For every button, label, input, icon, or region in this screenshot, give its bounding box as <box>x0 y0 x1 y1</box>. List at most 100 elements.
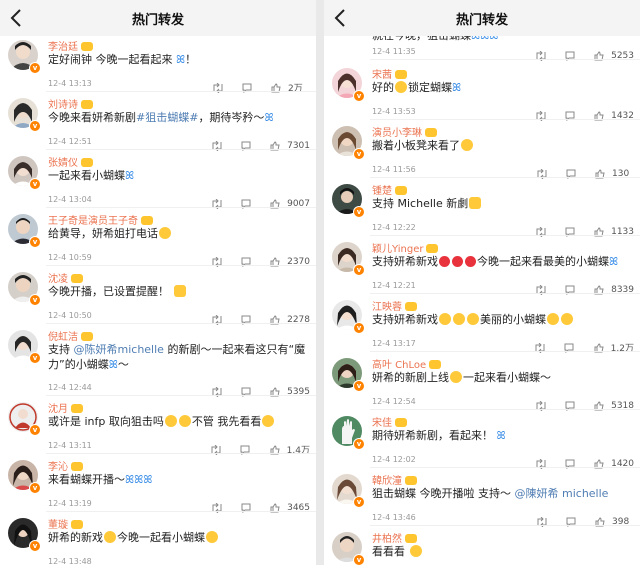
comment-text: 定好闹钟 今晚一起看起来 ꕤ！ <box>48 53 197 66</box>
level-badge <box>405 476 417 485</box>
list-item[interactable]: v 演员小李琳 搬着小板凳来看了 12-4 11:56 130 <box>324 120 640 179</box>
vip-badge: v <box>29 62 41 74</box>
username[interactable]: 颖儿Yinger <box>372 240 439 255</box>
vip-badge: v <box>353 90 365 102</box>
list-item[interactable]: v 宋佳 期待妍希新剧，看起来！ ꕤ 12-4 12:02 1420 <box>324 410 640 469</box>
level-badge <box>429 360 442 369</box>
list-item[interactable]: v 颖儿Yinger 支持妍希新戏 今晚一起来看最美的小蝴蝶ꕤ 12-4 12:2… <box>324 236 640 295</box>
username[interactable]: 董璇 <box>48 516 83 531</box>
username[interactable]: 井柏然 <box>372 530 417 545</box>
comment-actions: 2278 <box>198 309 310 325</box>
list-item[interactable]: v 江映蓉 支持妍希新戏 美丽的小蝴蝶 12-4 13:17 1.2万 <box>324 294 640 354</box>
vip-badge: v <box>353 206 365 218</box>
emoji-face-icon <box>450 371 462 383</box>
comment-text: 搬着小板凳来看了 <box>372 138 634 153</box>
username[interactable]: 李治廷 <box>48 38 93 53</box>
comment-text: 妍希的新戏 今晚一起看小蝴蝶 <box>48 530 310 545</box>
level-badge <box>81 158 93 167</box>
list-item[interactable]: v 韓欣潼 狙击蝴蝶 今晚开播啦 支持～ @陳妍希 michelle 12-4 … <box>324 468 640 527</box>
emoji-face-icon <box>461 139 473 151</box>
top-bar: 热门转发 <box>0 0 316 36</box>
list-item[interactable]: v 刘诗诗 今晚来看妍希新剧#狙击蝴蝶#，期待岑矜～ꕤ 12-4 12:51 7… <box>0 92 316 151</box>
level-badge <box>395 70 407 79</box>
list-item[interactable]: v 锺楚 支持 Michelle 新劇 12-4 12:22 1133 <box>324 178 640 237</box>
list-item[interactable]: v 李沁 来看蝴蝶开播～ꕤꕤꕤ 12-4 13:19 3465 <box>0 454 316 513</box>
vip-badge: v <box>29 424 41 436</box>
vip-badge: v <box>353 496 365 508</box>
page-title: 热门转发 <box>131 13 184 28</box>
timestamp: 12-4 13:48 <box>48 557 92 565</box>
comment-text: 妍希的新剧上线 一起来看小蝴蝶～ <box>372 371 551 384</box>
username[interactable]: 宋佳 <box>372 414 407 429</box>
comment-text: 支持妍希新戏 今晚一起来看最美的小蝴蝶ꕤ <box>372 255 619 268</box>
username[interactable]: 宋茜 <box>372 66 407 81</box>
level-badge <box>71 462 83 471</box>
butterfly-emoji: ꕤꕤꕤ <box>125 473 153 486</box>
vip-badge: v <box>29 294 41 306</box>
comment-text: 或许是 infp 取向狙击吗 不管 我先看看 <box>48 414 310 429</box>
list-item[interactable]: v 沈月 或许是 infp 取向狙击吗 不管 我先看看 12-4 13:11 1.… <box>0 396 316 456</box>
topic-link[interactable]: #狙击蝴蝶# <box>136 111 198 124</box>
comment-actions: 5395 <box>198 381 310 397</box>
comment-actions: 398 <box>523 511 634 527</box>
mention-link[interactable]: @陈妍希michelle <box>74 343 164 356</box>
list-item[interactable]: v 董璇 妍希的新戏 今晚一起看小蝴蝶 12-4 13:48 <box>0 512 316 565</box>
username[interactable]: 演员小李琳 <box>372 124 437 139</box>
list-item[interactable]: v 宋茜 好的 锁定蝴蝶ꕤ 12-4 13:53 1432 <box>324 62 640 121</box>
username[interactable]: 李沁 <box>48 458 83 473</box>
clap-emoji <box>173 285 186 297</box>
level-badge <box>405 302 417 311</box>
comment-actions: 1.2万 <box>521 337 634 354</box>
emoji-face-icon <box>453 313 465 325</box>
comment-text: 今晚来看妍希新剧#狙击蝴蝶#，期待岑矜～ꕤ <box>48 111 274 124</box>
comment-actions: 5253 <box>522 45 634 61</box>
username[interactable]: 锺楚 <box>372 182 407 197</box>
level-badge <box>71 404 83 413</box>
username[interactable]: 江映蓉 <box>372 298 417 313</box>
list-item[interactable]: v 王子奇是演员王子奇 给黄导，妍希姐打电话 12-4 10:59 2370 <box>0 208 316 267</box>
comment-text: 一起来看小蝴蝶ꕤ <box>48 169 135 182</box>
vip-badge: v <box>29 178 41 190</box>
level-badge <box>395 186 407 195</box>
username[interactable]: 沈凌 <box>48 270 83 285</box>
username[interactable]: 张婧仪 <box>48 154 93 169</box>
list-item[interactable]: v 倪虹洁 支持 @陈妍希michelle 的新剧～一起来看这只有“魔力”的小蝴… <box>0 324 316 397</box>
right-repost-panel: 就在今晚，狙击蝴蝶ꕤꕤꕤ 12-4 11:35 5253 v 宋茜 好的锁定蝴蝶… <box>324 0 640 565</box>
comment-text: 看看看 <box>372 544 634 559</box>
divider <box>370 59 640 60</box>
list-item[interactable]: v 李治廷 定好闹钟 今晚一起看起来 ꕤ！ 12-4 13:13 2万 <box>0 34 316 94</box>
emoji-face-icon <box>561 313 573 325</box>
username[interactable]: 王子奇是演员王子奇 <box>48 212 153 227</box>
list-item[interactable]: v 井柏然 看看看 <box>324 526 640 565</box>
page-title: 热门转发 <box>455 13 508 28</box>
comment-actions: 2370 <box>198 251 310 267</box>
emoji-face-icon <box>467 313 479 325</box>
username[interactable]: 倪虹洁 <box>48 328 93 343</box>
vip-badge: v <box>29 352 41 364</box>
mention-link[interactable]: @陳妍希 michelle <box>515 487 609 500</box>
list-item[interactable]: v 沈凌 今晚开播，已设置提醒！ 12-4 10:50 2278 <box>0 266 316 325</box>
vip-badge: v <box>29 482 41 494</box>
left-repost-panel: v 李治廷 定好闹钟 今晚一起看起来 ꕤ！ 12-4 13:13 2万 v 刘诗… <box>0 0 316 565</box>
top-bar: 热门转发 <box>324 0 640 36</box>
emoji-face-icon <box>395 81 407 93</box>
username[interactable]: 高叶 ChLoe <box>372 356 442 371</box>
comment-text: 给黄导，妍希姐打电话 <box>48 226 310 241</box>
emoji-face-icon <box>178 415 191 427</box>
level-badge <box>81 100 93 109</box>
list-item[interactable]: v 高叶 ChLoe 妍希的新剧上线 一起来看小蝴蝶～ 12-4 12:54 53… <box>324 352 640 411</box>
comment-text: 来看蝴蝶开播～ꕤꕤꕤ <box>48 473 153 486</box>
username[interactable]: 沈月 <box>48 400 83 415</box>
timestamp: 12-4 12:51 <box>48 137 92 146</box>
comment-text: 今晚开播，已设置提醒！ <box>48 284 310 299</box>
vip-badge: v <box>29 236 41 248</box>
timestamp: 12-4 12:54 <box>372 397 416 406</box>
butterfly-emoji: ꕤ <box>264 111 274 124</box>
comment-text: 狙击蝴蝶 今晚开播啦 支持～ @陳妍希 michelle <box>372 487 609 500</box>
timestamp: 12-4 13:53 <box>372 107 416 116</box>
list-item[interactable]: v 张婧仪 一起来看小蝴蝶ꕤ 12-4 13:04 9007 <box>0 150 316 209</box>
comment-text: 支持妍希新戏 美丽的小蝴蝶 <box>372 312 634 327</box>
username[interactable]: 韓欣潼 <box>372 472 417 487</box>
emoji-face-icon <box>206 531 218 543</box>
username[interactable]: 刘诗诗 <box>48 96 93 111</box>
